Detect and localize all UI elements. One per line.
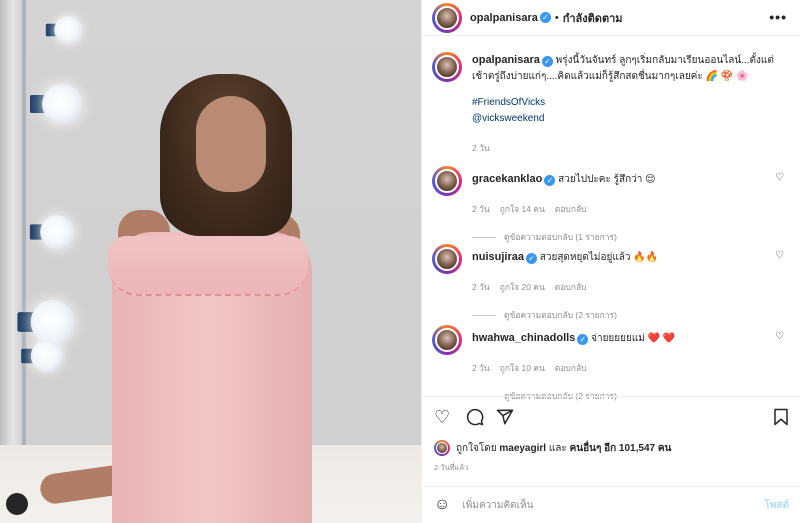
comment-likes[interactable]: ถูกใจ 20 คน (500, 280, 545, 294)
view-replies-button[interactable]: ดูข้อความตอบกลับ (1 รายการ) (472, 230, 792, 244)
light-bulb (30, 84, 82, 124)
comment-icon[interactable] (466, 407, 484, 430)
comment-meta: 2 วัน ถูกใจ 14 คน ตอบกลับ (472, 202, 792, 216)
verified-badge-icon: ✓ (577, 334, 589, 345)
post-time: 2 วันที่แล้ว (434, 463, 469, 472)
dot-separator: • (554, 11, 559, 24)
likes-summary: ถูกใจโดย maeyagirl และ คนอื่นๆ อีก 101,5… (434, 440, 671, 456)
verified-badge-icon: ✓ (541, 56, 553, 67)
light-bulb (45, 16, 83, 44)
verified-badge-icon: ✓ (525, 253, 537, 264)
comment-text: จ่ายยยยยแม่ ❤️ ❤️ (591, 333, 676, 344)
likes-others-count[interactable]: คนอื่นๆ อีก 101,547 คน (570, 441, 672, 456)
comment-heart-icon[interactable]: ♡ (775, 172, 784, 183)
caption-tags: #FriendsOfVicks @vicksweekend (472, 95, 787, 127)
comment-meta: 2 วัน ถูกใจ 10 คน ตอบกลับ (472, 361, 792, 375)
view-replies-button[interactable]: ดูข้อความตอบกลับ (2 รายการ) (472, 308, 792, 322)
light-bulb (29, 215, 75, 249)
comment-likes[interactable]: ถูกใจ 14 คน (500, 202, 545, 216)
comment-time: 2 วัน (472, 282, 490, 292)
comment-reply-button[interactable]: ตอบกลับ (555, 202, 587, 216)
caption-avatar[interactable] (432, 52, 462, 82)
face (196, 96, 266, 192)
post-header: opalpanisara ✓ • กำลังติดตาม ••• (422, 0, 800, 36)
share-icon[interactable] (496, 407, 514, 430)
hashtag-link[interactable]: #FriendsOfVicks (472, 95, 787, 111)
comment-heart-icon[interactable]: ♡ (775, 250, 784, 261)
post-details-panel: opalpanisara ✓ • กำลังติดตาม ••• opalpan… (421, 0, 800, 523)
bookmark-icon[interactable] (773, 407, 789, 430)
light-bulb (17, 300, 75, 344)
verified-badge-icon: ✓ (539, 12, 551, 23)
comment-item: nuisujiraa ✓ สวยสุดหยุดไม่อยู่แล้ว 🔥🔥 2 ว… (432, 244, 792, 322)
post-action-bar: ♡ (422, 396, 800, 438)
post-caption: opalpanisara ✓ พรุ่งนี้วันจันทร์ ลูกๆเริ่… (432, 52, 787, 155)
comment-heart-icon[interactable]: ♡ (775, 331, 784, 342)
commenter-username[interactable]: nuisujiraa (472, 251, 524, 263)
comment-body: hwahwa_chinadolls ✓ จ่ายยยยยแม่ ❤️ ❤️ (472, 331, 675, 355)
following-button[interactable]: กำลังติดตาม (563, 9, 623, 27)
liker-username[interactable]: maeyagirl (499, 443, 546, 454)
comment-likes[interactable]: ถูกใจ 10 คน (500, 361, 545, 375)
author-username[interactable]: opalpanisara (470, 12, 538, 24)
photo-tag-avatar[interactable] (6, 493, 28, 515)
more-icon[interactable]: ••• (769, 9, 787, 25)
commenter-avatar[interactable] (432, 166, 462, 196)
commenter-avatar[interactable] (432, 244, 462, 274)
likes-and: และ (548, 442, 567, 454)
verified-badge-icon: ✓ (544, 175, 556, 186)
commenter-username[interactable]: gracekanklao (472, 173, 542, 185)
comment-text: สวยไปปะคะ รู้สึกว่า 😌 (558, 174, 656, 185)
likes-prefix: ถูกใจโดย (456, 442, 497, 454)
commenter-username[interactable]: hwahwa_chinadolls (472, 332, 575, 344)
caption-text-block: opalpanisara ✓ พรุ่งนี้วันจันทร์ ลูกๆเริ่… (472, 52, 787, 85)
comment-input[interactable]: เพิ่มความคิดเห็น (462, 498, 764, 513)
comment-reply-button[interactable]: ตอบกลับ (555, 280, 587, 294)
comment-time: 2 วัน (472, 204, 490, 214)
comment-meta: 2 วัน ถูกใจ 20 คน ตอบกลับ (472, 280, 792, 294)
add-comment-bar: ☺ เพิ่มความคิดเห็น โพสต์ (422, 486, 800, 523)
comment-text: สวยสุดหยุดไม่อยู่แล้ว 🔥🔥 (539, 252, 659, 263)
comment-reply-button[interactable]: ตอบกลับ (555, 361, 587, 375)
caption-time: 2 วัน (472, 143, 490, 153)
comment-item: gracekanklao ✓ สวยไปปะคะ รู้สึกว่า 😌 2 วั… (432, 166, 792, 244)
comment-body: gracekanklao ✓ สวยไปปะคะ รู้สึกว่า 😌 (472, 172, 656, 196)
mention-link[interactable]: @vicksweekend (472, 111, 787, 127)
emoji-icon[interactable]: ☺ (434, 496, 450, 514)
author-avatar[interactable] (432, 2, 462, 33)
comment-time: 2 วัน (472, 363, 490, 373)
liker-avatar[interactable] (434, 440, 450, 456)
light-bulb (21, 340, 63, 372)
caption-username[interactable]: opalpanisara (472, 54, 540, 66)
comment-item: hwahwa_chinadolls ✓ จ่ายยยยยแม่ ❤️ ❤️ 2 ว… (432, 325, 792, 403)
commenter-avatar[interactable] (432, 325, 462, 355)
post-comment-button[interactable]: โพสต์ (764, 498, 789, 513)
comment-body: nuisujiraa ✓ สวยสุดหยุดไม่อยู่แล้ว 🔥🔥 (472, 250, 658, 274)
dress-neckline (108, 236, 308, 296)
post-photo[interactable] (0, 0, 421, 523)
heart-icon[interactable]: ♡ (434, 407, 450, 427)
